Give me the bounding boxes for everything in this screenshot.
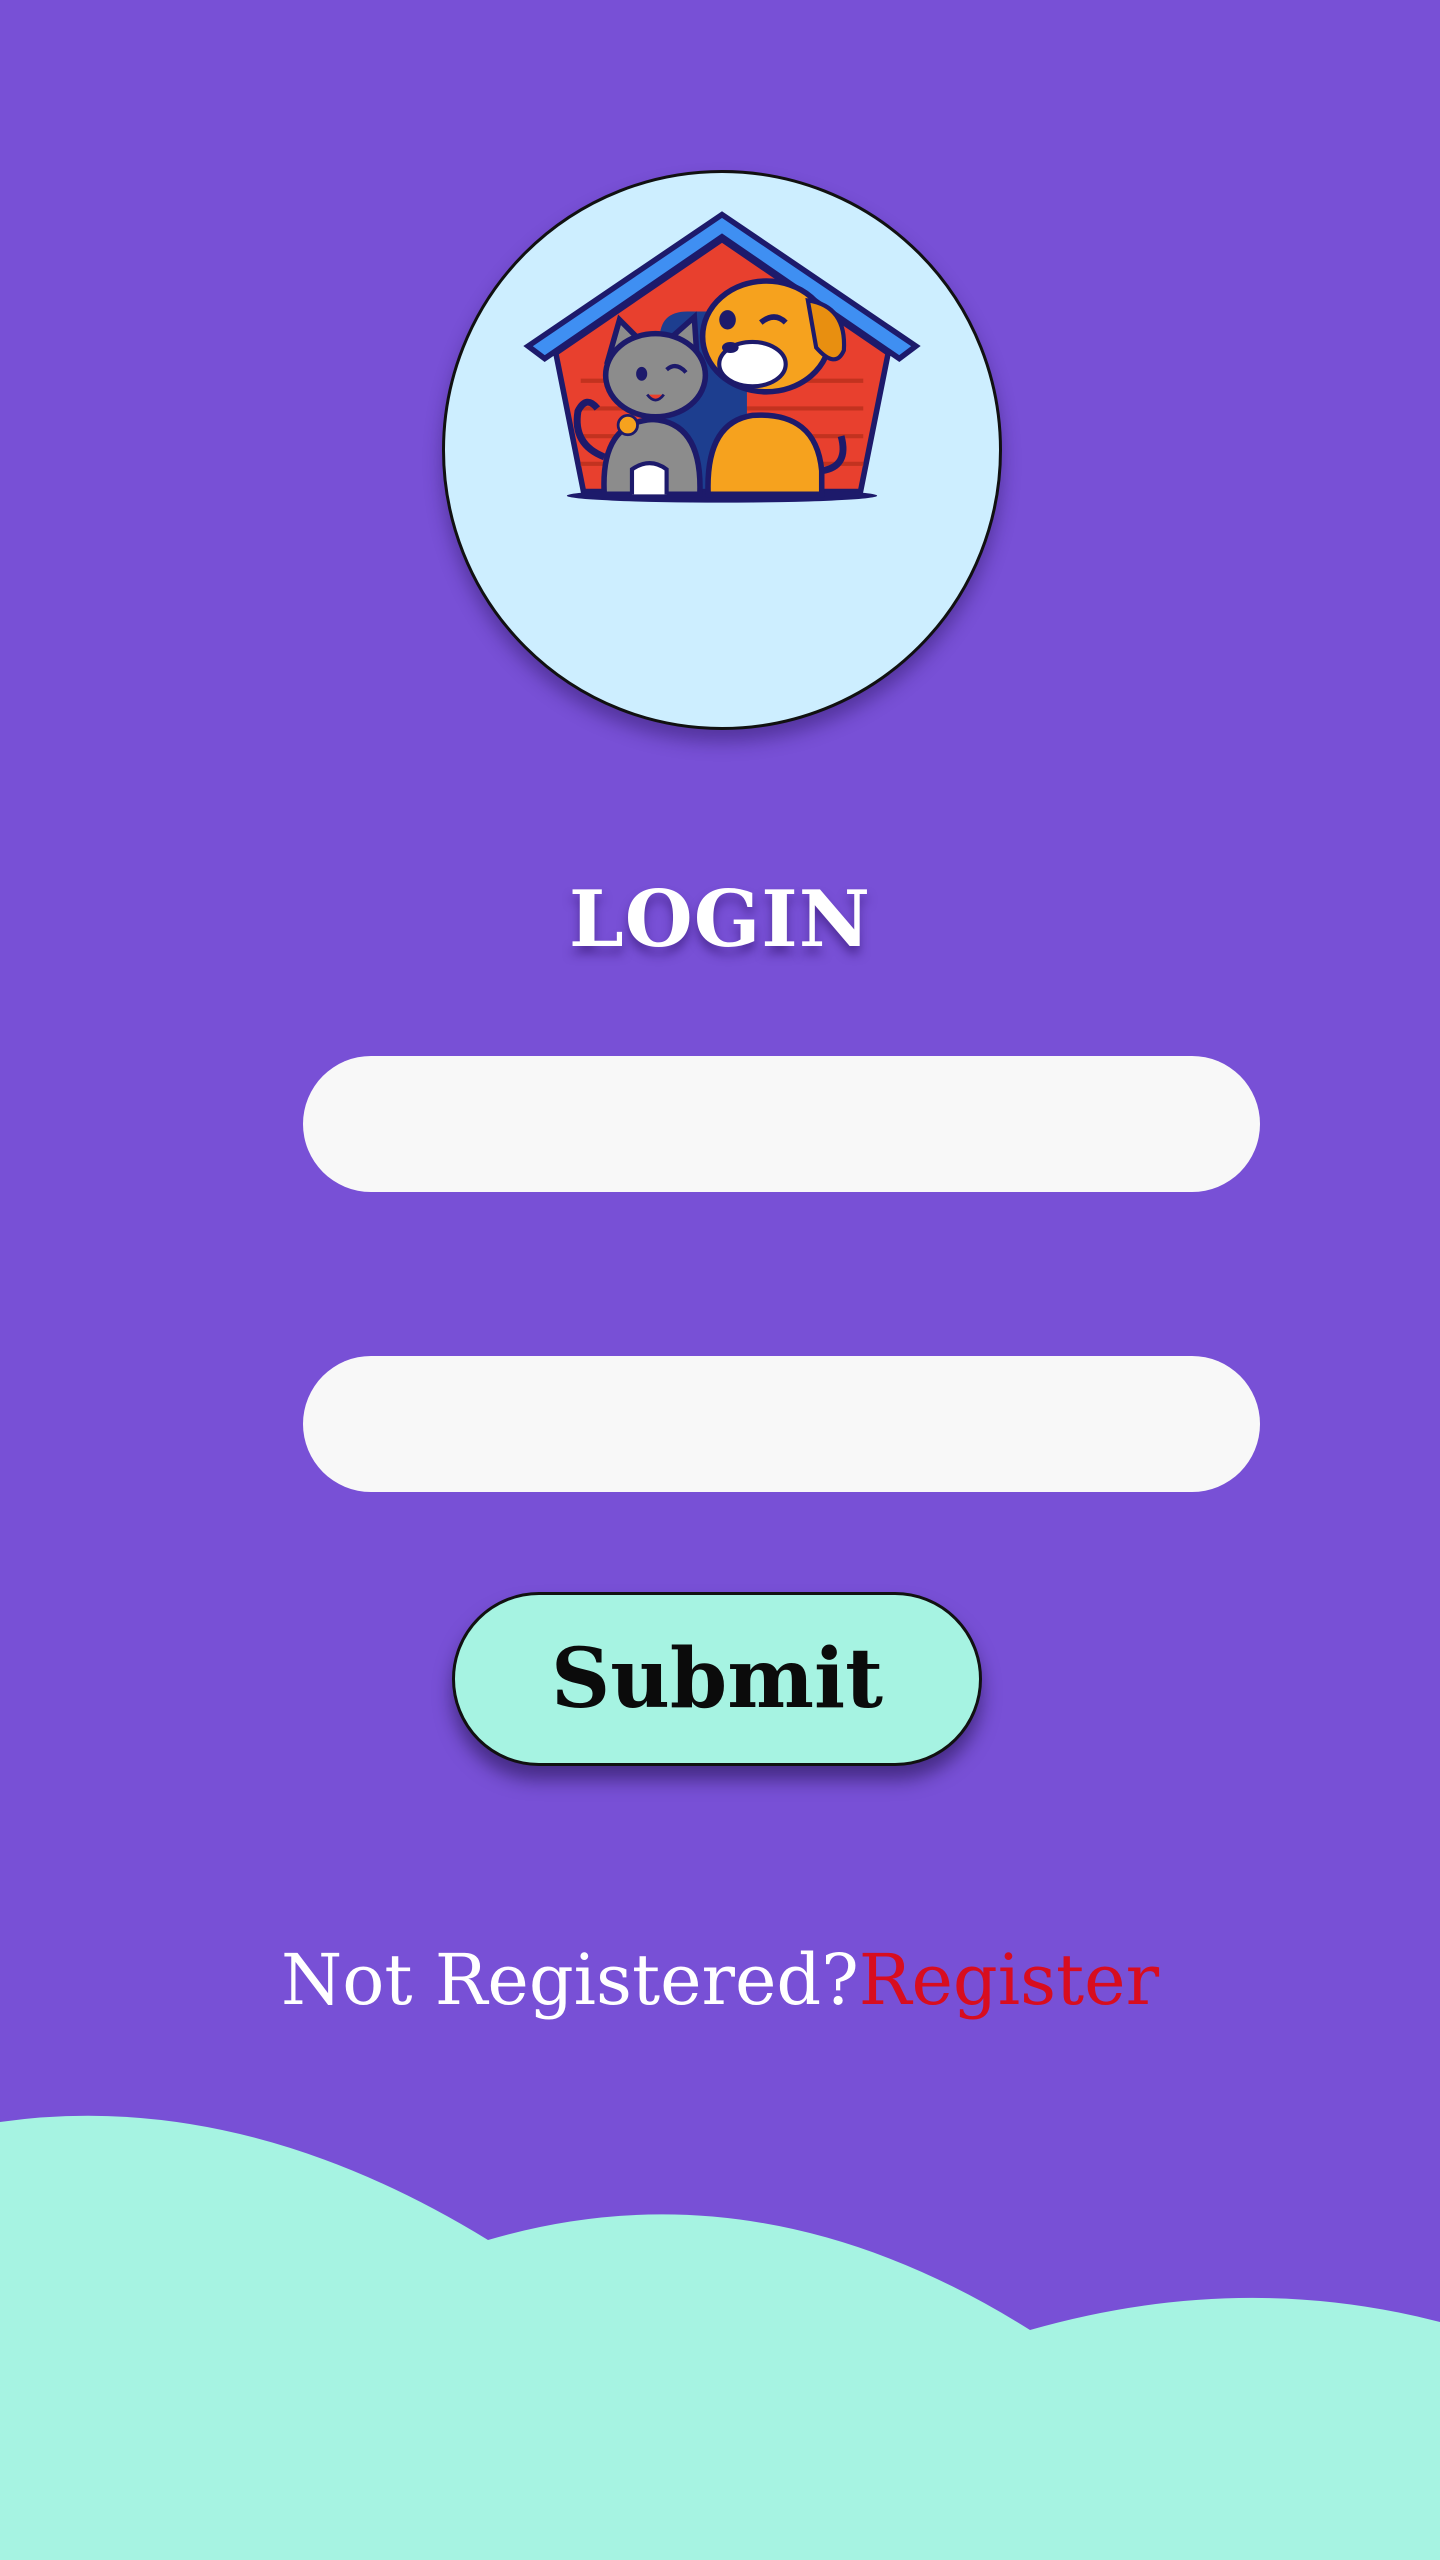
password-input[interactable]	[303, 1356, 1260, 1492]
cat-and-dog-house-icon	[523, 211, 921, 503]
submit-button[interactable]: Submit	[452, 1592, 982, 1766]
register-link[interactable]: Register	[859, 1939, 1159, 2021]
page-title: LOGIN	[568, 874, 872, 965]
hills-decoration	[0, 2115, 1440, 2560]
not-registered-text: Not Registered?	[280, 1939, 859, 2021]
username-input[interactable]	[303, 1056, 1260, 1192]
app-logo	[442, 170, 1002, 730]
register-prompt: Not Registered?Register	[0, 1930, 1440, 2030]
